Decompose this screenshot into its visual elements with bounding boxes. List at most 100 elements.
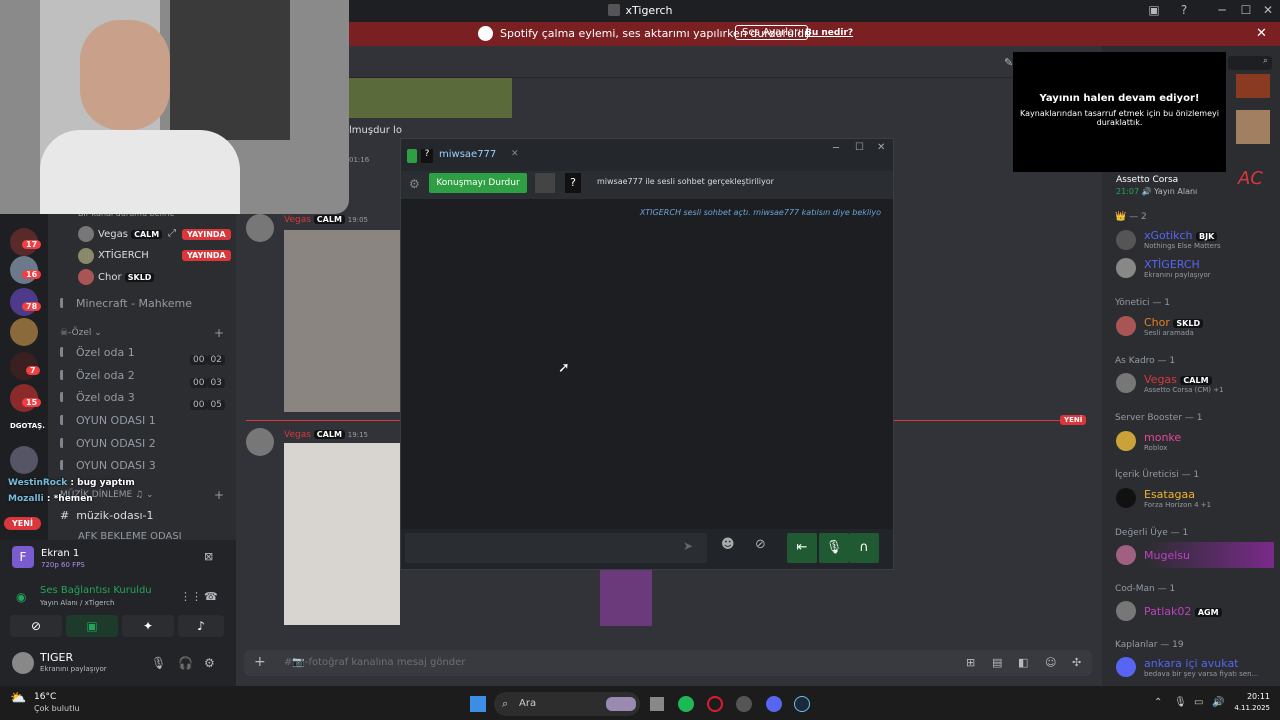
member-name[interactable]: XTİGERCH [1144, 258, 1200, 271]
voice-member-name[interactable]: Vegas CALM [98, 229, 163, 240]
server-icon[interactable] [10, 446, 38, 474]
member-avatar[interactable] [1116, 488, 1136, 508]
voice-channel[interactable]: AFK BEKLEME ODASI [78, 531, 182, 540]
add-channel-icon[interactable]: + [214, 488, 224, 502]
weather-icon[interactable]: ⛅ [10, 691, 26, 706]
member-avatar[interactable] [1116, 431, 1136, 451]
message-input[interactable]: #📷-fotoğraf kanalına mesaj gönder [284, 657, 465, 668]
username[interactable]: TIGER [40, 651, 73, 664]
spotify-app-icon[interactable] [678, 696, 694, 712]
steam-app-icon[interactable] [794, 696, 810, 712]
soundboard-button[interactable]: ♪ [178, 615, 224, 637]
stop-talking-button[interactable]: Konuşmayı Durdur [429, 173, 527, 193]
member-name[interactable]: Chor SKLD [1144, 316, 1204, 329]
noise-icon[interactable]: ⋮⋮ [180, 590, 202, 603]
tray-chevron-icon[interactable]: ⌃ [1154, 697, 1162, 708]
member-name[interactable]: Mugelsu [1144, 549, 1190, 562]
stop-stream-icon[interactable]: ⊠ [204, 550, 213, 563]
author-avatar[interactable] [246, 428, 274, 456]
voice-channel[interactable]: Özel oda 2 [60, 369, 135, 382]
tab-close-icon[interactable]: ✕ [511, 149, 519, 159]
task-view-icon[interactable] [650, 697, 664, 711]
voice-connected[interactable]: Ses Bağlantısı Kuruldu [40, 585, 152, 596]
audio-settings-button[interactable]: Ses Ayarları [735, 25, 809, 40]
steam-minimize-button[interactable]: ─ [833, 143, 839, 154]
user-avatar[interactable] [12, 652, 34, 674]
apps-icon[interactable]: ✣ [1072, 656, 1081, 669]
disconnect-icon[interactable]: ☎ [204, 590, 218, 603]
camera-off-button[interactable]: ⊘ [10, 615, 62, 637]
voice-member-name[interactable]: XTİGERCH [98, 250, 149, 261]
weather-desc[interactable]: Çok bulutlu [34, 704, 80, 713]
add-attachment-icon[interactable]: + [254, 654, 266, 670]
sticker-icon[interactable]: ◧ [1018, 656, 1028, 669]
member-name[interactable]: xGotikch BJK [1144, 229, 1218, 242]
screen-share-button[interactable]: ▣ [66, 615, 118, 637]
pin-icon[interactable]: ✎ [1004, 56, 1013, 69]
member-avatar[interactable] [1116, 657, 1136, 677]
notice-link[interactable]: Bu nedir? [805, 28, 853, 38]
leave-voice-button[interactable]: ⇤ [787, 533, 817, 563]
text-channel[interactable]: # müzik-odası-1 [60, 509, 154, 522]
voice-channel[interactable]: Minecraft - Mahkeme [60, 297, 192, 310]
discord-app-icon[interactable] [766, 696, 782, 712]
headphone-button[interactable]: ∩ [849, 533, 879, 563]
settings-gear-icon[interactable]: ⚙ [204, 656, 215, 670]
microphone-icon[interactable]: 🎙 [151, 656, 166, 670]
windows-start-icon[interactable] [470, 696, 486, 712]
member-name[interactable]: Esatagaa [1144, 488, 1195, 501]
member-activity-title[interactable]: Assetto Corsa [1116, 175, 1178, 185]
steam-maximize-button[interactable]: ☐ [855, 142, 864, 153]
member-name[interactable]: monke [1144, 431, 1181, 444]
member-avatar[interactable] [1116, 230, 1136, 250]
voice-channel[interactable]: Özel oda 1 [60, 346, 135, 359]
close-button[interactable]: ✕ [1258, 3, 1278, 19]
member-name[interactable]: Patlak02 AGM [1144, 605, 1222, 618]
chat-tab-name[interactable]: miwsae777 [439, 149, 496, 160]
server-icon[interactable] [10, 318, 38, 346]
server-label[interactable]: DGOTAŞ. [10, 422, 45, 430]
voice-channel[interactable]: OYUN ODASI 1 [60, 414, 156, 427]
inbox-icon[interactable]: ▣ [1144, 3, 1164, 19]
image-attachment[interactable] [284, 230, 400, 412]
steam-message-input[interactable] [405, 533, 707, 563]
headset-icon[interactable]: 🎧 [178, 656, 193, 670]
mic-button[interactable]: 🎙 [819, 533, 849, 563]
emoticon-icon[interactable]: ☻ [721, 537, 735, 552]
voice-settings-gear-icon[interactable]: ⚙ [409, 177, 420, 191]
search-icon[interactable]: ⌕ [1228, 56, 1272, 70]
add-channel-icon[interactable]: + [214, 326, 224, 340]
tray-display-icon[interactable]: ▭ [1194, 697, 1203, 708]
gift-icon[interactable]: ⊞ [966, 656, 975, 669]
tray-mic-icon[interactable]: 🎙 [1174, 697, 1187, 708]
author-avatar[interactable] [246, 214, 274, 242]
voice-channel-path[interactable]: Yayın Alanı / xTigerch [40, 599, 114, 607]
tray-date[interactable]: 4.11.2025 [1222, 704, 1270, 712]
maximize-button[interactable]: ☐ [1236, 3, 1256, 19]
voice-channel[interactable]: OYUN ODASI 3 [60, 459, 156, 472]
image-attachment[interactable] [284, 443, 400, 625]
image-attachment[interactable] [349, 78, 512, 118]
activities-button[interactable]: ✦ [122, 615, 174, 637]
app-icon[interactable] [736, 696, 752, 712]
member-avatar[interactable] [1116, 258, 1136, 278]
steam-close-button[interactable]: ✕ [877, 142, 885, 153]
voice-channel[interactable]: Özel oda 3 [60, 391, 135, 404]
member-avatar[interactable] [1116, 316, 1136, 336]
member-name[interactable]: ankara içi avukat [1144, 657, 1239, 670]
member-avatar[interactable] [1116, 545, 1136, 565]
help-icon[interactable]: ? [1174, 3, 1194, 19]
opera-app-icon[interactable] [707, 696, 723, 712]
voice-channel[interactable]: OYUN ODASI 2 [60, 437, 156, 450]
emoji-icon[interactable]: ☺ [1045, 656, 1056, 669]
member-avatar[interactable] [1116, 373, 1136, 393]
gif-icon[interactable]: ▤ [992, 656, 1002, 669]
image-attachment[interactable] [600, 570, 652, 626]
voice-member-name[interactable]: Chor SKLD [98, 272, 155, 283]
weather-temp[interactable]: 16°C [34, 692, 56, 702]
send-icon[interactable]: ➤ [683, 539, 693, 553]
attach-icon[interactable]: ⊘ [755, 537, 766, 552]
notice-close-icon[interactable]: ✕ [1256, 26, 1267, 41]
minimize-button[interactable]: ─ [1212, 3, 1232, 19]
category-header[interactable]: ☠-Özel ⌄ [60, 328, 102, 338]
